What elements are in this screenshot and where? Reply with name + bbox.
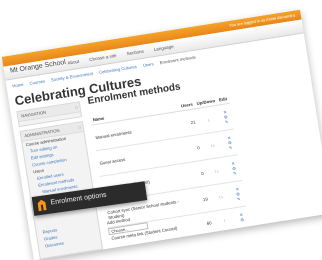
move-up-icon[interactable]: ↑	[211, 207, 238, 233]
menu-item-language[interactable]: Language	[153, 44, 174, 52]
brand-logo-icon	[37, 199, 47, 212]
breadcrumb-course[interactable]: Celebrating Cultures	[99, 64, 137, 75]
edit-actions-icon[interactable]: ✕ ⚙	[234, 206, 250, 229]
caption-text: Enrolment options	[50, 191, 108, 207]
enrolment-methods-table: Name Users Up/Down Edit Manual enrolment…	[90, 93, 250, 249]
breadcrumb-current: Enrolment methods	[159, 54, 196, 66]
menu-item-choose-site[interactable]: Choose a site	[89, 53, 117, 62]
menu-item-sections[interactable]: Sections	[126, 49, 144, 57]
menu-item-about[interactable]: About	[67, 59, 79, 66]
breadcrumb-home[interactable]: Home	[12, 82, 24, 89]
breadcrumb-users[interactable]: Users	[142, 61, 154, 68]
screenshot-stage: You are logged in as Annie Alexandra Mt …	[0, 0, 322, 260]
breadcrumb-category[interactable]: Society & Environment	[51, 71, 94, 83]
browser-page: You are logged in as Annie Alexandra Mt …	[1, 9, 322, 260]
breadcrumb-courses[interactable]: Courses	[29, 78, 45, 85]
